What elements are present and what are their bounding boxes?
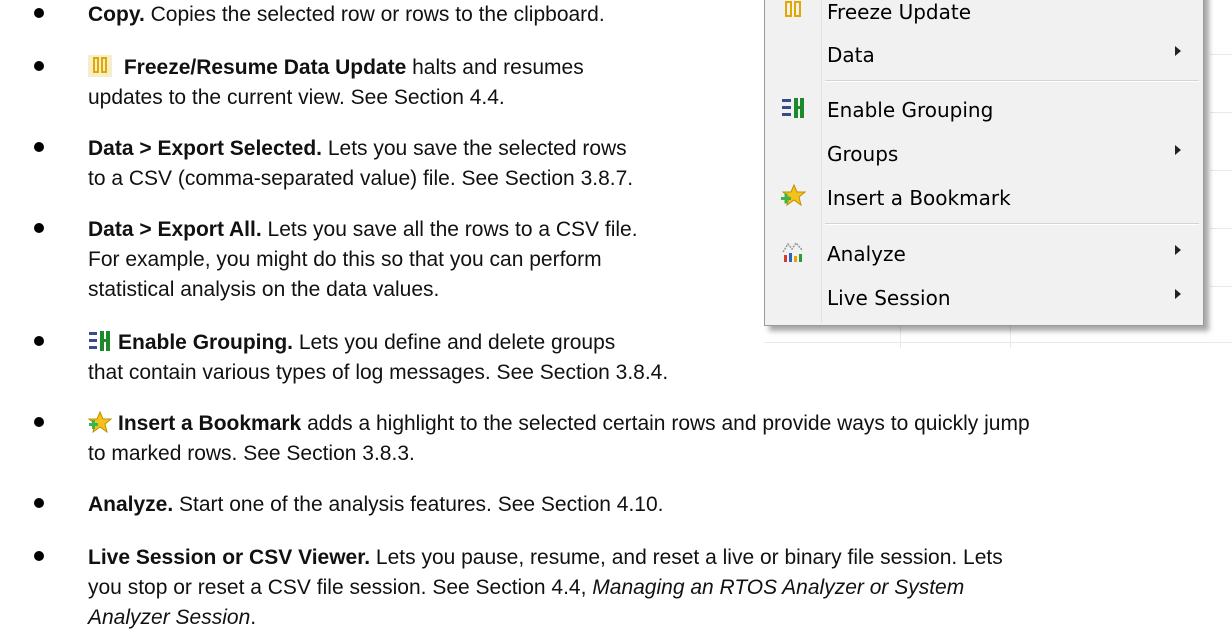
grid-line: [1210, 286, 1232, 287]
bullet-point: [34, 8, 44, 18]
bullet-point: [34, 498, 44, 508]
analyze-icon: [782, 241, 803, 262]
bookmark-text1: adds a highlight to the selected certain…: [301, 412, 1030, 435]
menu-item-label: Analyze: [827, 242, 906, 266]
live-text1: Lets you pause, resume, and reset a live…: [370, 546, 1003, 569]
grid-line: [1010, 326, 1011, 348]
bookmark-title: Insert a Bookmark: [118, 412, 302, 435]
bullet-point: [34, 223, 44, 233]
freeze-text2: updates to the current view. See Section…: [88, 86, 505, 109]
grid-line: [900, 326, 901, 348]
grid-line: [1210, 170, 1232, 171]
freeze-icon: [785, 1, 801, 17]
freeze-title: Freeze/Resume Data Update: [123, 56, 407, 79]
menu-separator-highlight: [825, 81, 1199, 82]
context-menu: Freeze Update Data Enable Grouping Group…: [764, 0, 1204, 326]
bullet-live: Live Session or CSV Viewer. Lets you pau…: [88, 543, 1003, 633]
export-all-title: Data > Export All.: [88, 218, 262, 241]
grouping-text2: that contain various types of log messag…: [88, 361, 669, 384]
export-selected-title: Data > Export Selected.: [88, 137, 323, 160]
grid-line: [1210, 228, 1232, 229]
grid-line: [1210, 54, 1232, 55]
export-all-text1: Lets you save all the rows to a CSV file…: [261, 218, 638, 241]
grouping-title: Enable Grouping.: [118, 331, 294, 354]
bullet-point: [34, 142, 44, 152]
export-selected-text1: Lets you save the selected rows: [322, 137, 627, 160]
export-all-text3: statistical analysis on the data values.: [88, 278, 440, 301]
bullet-point: [34, 417, 44, 427]
bullet-export-selected: Data > Export Selected. Lets you save th…: [88, 134, 633, 194]
live-italic2: Analyzer Session: [88, 606, 251, 629]
bullet-point: [34, 336, 44, 346]
menu-item-groups[interactable]: Groups: [765, 131, 1203, 171]
analyze-text: Start one of the analysis features. See …: [173, 493, 664, 516]
grouping-text1: Lets you define and delete groups: [293, 331, 616, 354]
menu-item-label: Data: [827, 43, 875, 67]
live-text2: you stop or reset a CSV file session. Se…: [88, 576, 593, 599]
bullet-copy: Copy. Copies the selected row or rows to…: [88, 0, 605, 30]
submenu-arrow-icon: [1175, 145, 1181, 155]
bullet-bookmark: Insert a Bookmark adds a highlight to th…: [88, 409, 1030, 469]
copy-text: Copies the selected row or rows to the c…: [144, 3, 605, 26]
bullet-export-all: Data > Export All. Lets you save all the…: [88, 215, 638, 305]
live-tail: .: [250, 606, 257, 629]
export-all-text2: For example, you might do this so that y…: [88, 248, 602, 271]
menu-item-enable-grouping[interactable]: Enable Grouping: [765, 87, 1203, 127]
live-title: Live Session or CSV Viewer.: [88, 546, 371, 569]
menu-item-label: Enable Grouping: [827, 98, 994, 122]
menu-separator-highlight: [825, 224, 1199, 225]
copy-title: Copy.: [88, 3, 145, 26]
submenu-arrow-icon: [1175, 289, 1181, 299]
export-selected-text2: to a CSV (comma-separated value) file. S…: [88, 167, 634, 190]
menu-item-data[interactable]: Data: [765, 32, 1203, 72]
freeze-icon: [88, 55, 112, 77]
menu-item-label: Insert a Bookmark: [827, 186, 1011, 210]
live-italic1: Managing an RTOS Analyzer or System: [592, 576, 965, 599]
freeze-text1: halts and resumes: [406, 56, 584, 79]
menu-item-label: Freeze Update: [827, 0, 972, 24]
menu-item-label: Live Session: [827, 286, 951, 310]
grid-line: [764, 342, 1232, 343]
bullet-analyze: Analyze. Start one of the analysis featu…: [88, 490, 664, 520]
menu-item-live-session[interactable]: Live Session: [765, 275, 1203, 315]
bookmark-text2: to marked rows. See Section 3.8.3.: [88, 442, 415, 465]
analyze-title: Analyze.: [88, 493, 174, 516]
bullet-freeze: Freeze/Resume Data Update halts and resu…: [88, 53, 584, 113]
bookmark-icon: [88, 411, 112, 433]
bookmark-icon: [781, 184, 806, 207]
bullet-grouping: Enable Grouping. Lets you define and del…: [88, 328, 668, 388]
menu-item-label: Groups: [827, 142, 899, 166]
bullet-point: [34, 61, 44, 71]
grouping-icon: [89, 331, 110, 351]
menu-item-insert-bookmark[interactable]: Insert a Bookmark: [765, 175, 1203, 215]
menu-item-freeze-update[interactable]: Freeze Update: [765, 0, 1203, 29]
menu-item-analyze[interactable]: Analyze: [765, 231, 1203, 271]
grid-line: [1210, 112, 1232, 113]
submenu-arrow-icon: [1175, 46, 1181, 56]
grouping-icon: [782, 98, 804, 118]
submenu-arrow-icon: [1175, 245, 1181, 255]
bullet-point: [34, 551, 44, 561]
